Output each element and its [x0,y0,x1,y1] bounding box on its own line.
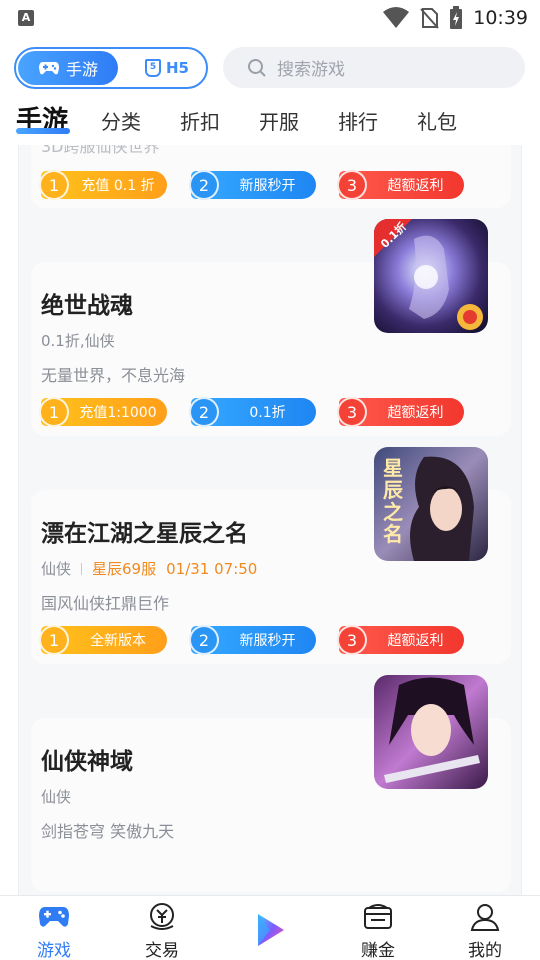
feature-pills: 1 充值1:1000 2 0.1折 3 超额返利 [39,397,481,427]
segment-h5-label: H5 [166,59,189,77]
game-list[interactable]: 3D跨服仙侠世界 1 充值 0.1 折 2 新服秒开 3 超额返利 绝世战魂 0.1折… [18,145,522,895]
game-desc: 剑指苍穹 笑傲九天 [41,822,175,841]
html5-icon: 5 [145,59,161,77]
feature-pill: 2 0.1折 [189,397,316,427]
segment-h5[interactable]: 5 H5 [132,51,202,85]
nav-games-label: 游戏 [37,941,71,960]
game-card[interactable]: 3D跨服仙侠世界 1 充值 0.1 折 2 新服秒开 3 超额返利 [31,145,511,208]
tab-discount[interactable]: 折扣 [180,106,220,135]
tab-ranking[interactable]: 排行 [338,106,378,135]
nav-play-center[interactable] [235,910,305,950]
earn-icon [364,904,392,929]
status-icons: 10:39 [383,6,528,30]
feature-pills: 1 充值 0.1 折 2 新服秒开 3 超额返利 [39,170,481,200]
game-tags: 0.1折,仙侠 [41,332,115,350]
game-title: 漂在江湖之星辰之名 [41,521,248,547]
feature-pills: 1 全新版本 2 新服秒开 3 超额返利 [39,625,481,655]
bottom-nav: 游戏 交易 赚金 我的 [0,895,540,960]
nav-earn[interactable]: 赚金 [343,902,413,960]
nav-trade[interactable]: 交易 [127,902,197,960]
nav-profile[interactable]: 我的 [450,902,520,960]
profile-icon [470,904,500,931]
nav-games[interactable]: 游戏 [19,902,89,960]
game-tags-row: 仙侠 星辰69服 01/31 07:50 [41,558,257,579]
tab-categories[interactable]: 分类 [101,106,141,135]
feature-pill: 2 新服秒开 [189,170,316,200]
feature-pill: 1 充值1:1000 [39,397,167,427]
gamepad-icon [39,907,69,927]
game-desc: 无量世界，不息光海 [41,366,186,385]
game-tags: 仙侠 [41,560,72,578]
tag-divider [81,562,83,575]
game-desc: 国风仙侠扛鼎巨作 [41,594,170,613]
play-logo-icon [258,914,284,946]
tab-new-servers[interactable]: 开服 [259,106,299,135]
game-tags: 仙侠 [41,788,72,806]
search-input[interactable]: 搜索游戏 [223,47,525,88]
game-icon-xianxia[interactable] [374,675,488,789]
feature-pill: 1 充值 0.1 折 [39,170,167,200]
status-bar: A 10:39 [0,0,540,36]
trade-icon [150,903,174,930]
server-open-time: 01/31 07:50 [166,559,258,578]
notification-a-icon: A [18,10,34,26]
search-icon [248,58,266,77]
icon-title-text: 星辰之名 [383,456,403,546]
server-name: 星辰69服 [92,560,157,578]
feature-pill: 3 超额返利 [337,397,464,427]
game-title: 仙侠神域 [41,749,133,775]
nav-earn-label: 赚金 [361,941,395,960]
nav-trade-label: 交易 [145,941,179,960]
wifi-icon [383,7,410,28]
gamepad-icon [38,62,59,75]
feature-pill: 1 全新版本 [39,625,167,655]
battery-charging-icon [450,6,463,29]
feature-pill: 3 超额返利 [337,170,464,200]
feature-pill: 3 超额返利 [337,625,464,655]
active-tab-indicator [16,128,70,134]
clock: 10:39 [473,7,528,29]
tab-gifts[interactable]: 礼包 [417,106,457,135]
feature-pill: 2 新服秒开 [189,625,316,655]
segment-mobile-games[interactable]: 手游 [18,51,118,85]
game-title: 绝世战魂 [41,293,133,319]
search-placeholder: 搜索游戏 [277,60,345,80]
game-desc: 3D跨服仙侠世界 [41,145,160,156]
no-sim-icon [420,8,439,29]
category-tabs: 手游 分类 折扣 开服 排行 礼包 [0,100,540,142]
platform-switch: 手游 5 H5 [14,47,208,89]
nav-profile-label: 我的 [468,941,502,960]
segment-mobile-label: 手游 [65,60,98,79]
